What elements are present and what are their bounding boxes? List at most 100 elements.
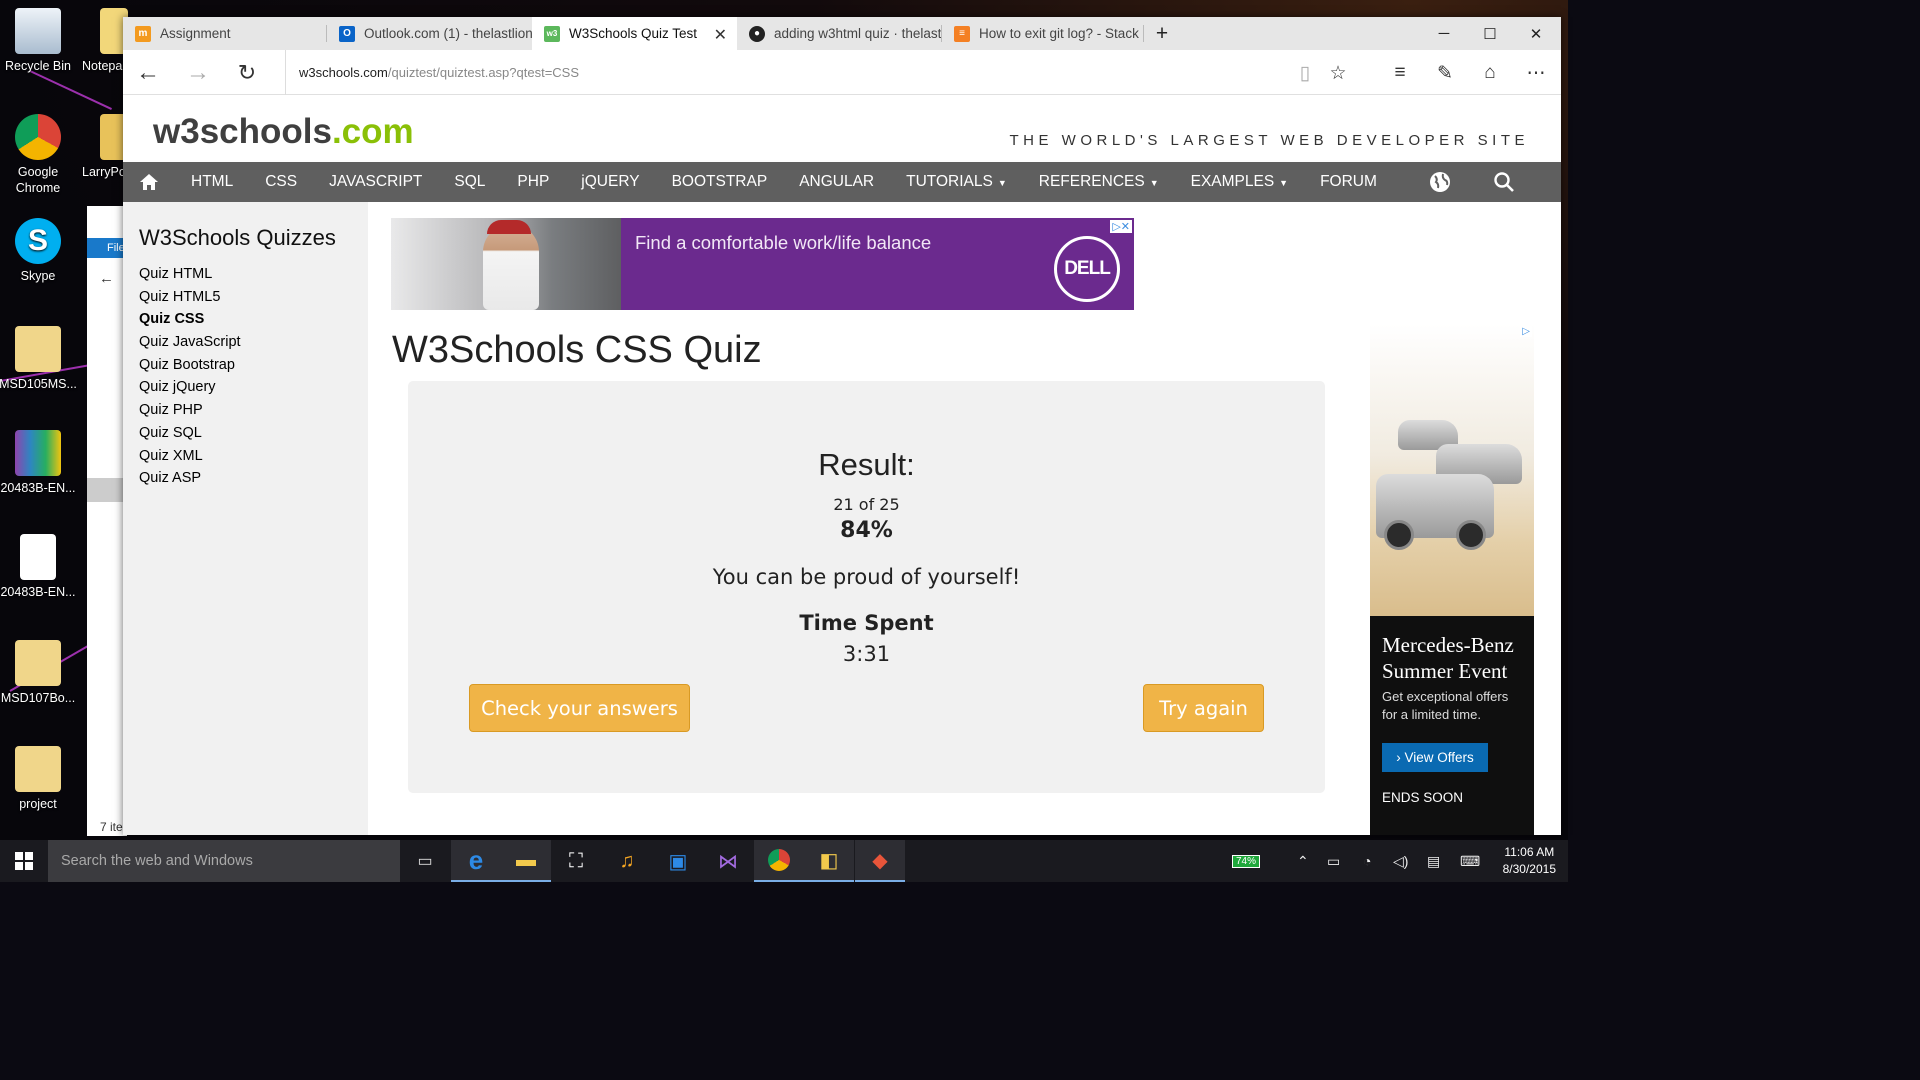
view-offers-button[interactable]: › View Offers (1382, 743, 1488, 772)
sidebar-item-quiz-html[interactable]: Quiz HTML (139, 263, 368, 286)
tab-github[interactable]: ● adding w3html quiz · thelast (737, 17, 942, 50)
desktop-icon-project[interactable]: project (0, 746, 78, 812)
new-tab-button[interactable]: + (1139, 17, 1185, 50)
tab-stackoverflow[interactable]: ≡ How to exit git log? - Stack C (942, 17, 1144, 50)
task-view-icon: ▭ (417, 853, 433, 870)
desktop-icon-notepad[interactable]: Notepa (82, 8, 128, 74)
desktop-icon-larrypo[interactable]: LarryPo (82, 114, 128, 180)
sidebar-item-quiz-javascript[interactable]: Quiz JavaScript (139, 331, 368, 354)
desktop-icon-msd105[interactable]: MSD105MS... (0, 326, 78, 392)
desktop-icon-skype[interactable]: S Skype (0, 218, 78, 284)
sidebar-item-quiz-sql[interactable]: Quiz SQL (139, 422, 368, 445)
result-score: 21 of 25 (833, 495, 900, 514)
nav-forum[interactable]: FORUM (1304, 173, 1393, 191)
adchoices-close-icon[interactable]: ▷✕ (1110, 220, 1132, 233)
try-again-button[interactable]: Try again (1143, 684, 1264, 732)
taskbar-clock[interactable]: 11:06 AM 8/30/2015 (1503, 844, 1556, 878)
mercedes-side-ad[interactable]: Mercedes-Benz Summer Event Get exception… (1370, 324, 1534, 835)
show-hidden-icons-button[interactable]: ⌃ (1297, 840, 1309, 882)
tab-assignment[interactable]: m Assignment (123, 17, 327, 50)
back-button[interactable]: ← (131, 58, 165, 88)
taskbar-search-input[interactable]: Search the web and Windows (48, 840, 400, 882)
sidebar-item-quiz-asp[interactable]: Quiz ASP (139, 467, 368, 490)
sidebar-item-quiz-html5[interactable]: Quiz HTML5 (139, 286, 368, 309)
home-button[interactable] (123, 162, 175, 202)
check-answers-button[interactable]: Check your answers (469, 684, 690, 732)
ad-body-1: Get exceptional offers (1382, 689, 1509, 704)
maximize-button[interactable]: ☐ (1467, 17, 1513, 50)
w3schools-logo[interactable]: w3schools.com (153, 112, 414, 152)
web-note-icon[interactable]: ✎ (1430, 59, 1460, 87)
refresh-button[interactable]: ↻ (230, 58, 264, 88)
back-arrow-icon[interactable]: ← (99, 270, 114, 287)
nav-php[interactable]: PHP (501, 173, 565, 191)
adchoices-icon[interactable]: ▷ (1520, 326, 1532, 337)
taskbar-explorer-2[interactable]: ◧ (804, 840, 854, 882)
address-input[interactable]: w3schools.com/quiztest/quiztest.asp?qtes… (285, 50, 579, 95)
favorite-star-icon[interactable]: ☆ (1323, 59, 1353, 87)
tab-w3schools-quiz[interactable]: w3 W3Schools Quiz Test ✕ (532, 17, 737, 50)
archive-icon (15, 430, 61, 476)
desktop-icon-label: MSD107Bo... (0, 691, 76, 705)
nav-css[interactable]: CSS (249, 173, 313, 191)
hub-icon[interactable]: ≡ (1385, 59, 1415, 87)
desktop-icon-msd107[interactable]: MSD107Bo... (0, 640, 78, 706)
action-center-icon[interactable]: ▤ (1427, 840, 1440, 882)
background-explorer-window[interactable]: File ← 7 ite (87, 206, 127, 836)
logo-tld: .com (331, 112, 414, 151)
calendar-icon: ▣ (668, 850, 688, 873)
nav-sql[interactable]: SQL (438, 173, 501, 191)
sidebar-item-quiz-jquery[interactable]: Quiz jQuery (139, 376, 368, 399)
nav-tutorials-dropdown[interactable]: TUTORIALS ▼ (890, 173, 1023, 191)
taskbar-visual-studio[interactable]: ⋈ (703, 840, 753, 882)
minimize-button[interactable]: ─ (1421, 17, 1467, 50)
folder-icon (15, 326, 61, 372)
search-button[interactable] (1490, 170, 1518, 194)
battery-indicator[interactable]: 74% (1232, 840, 1261, 882)
taskbar-git[interactable]: ◆ (855, 840, 905, 882)
desktop-icon-20483b-archive[interactable]: 20483B-EN... (0, 430, 78, 496)
desktop-icon-recycle-bin[interactable]: Recycle Bin (0, 8, 78, 74)
start-button[interactable] (0, 840, 48, 882)
close-tab-icon[interactable]: ✕ (714, 25, 727, 45)
explorer-file-tab[interactable]: File (87, 238, 127, 258)
nav-jquery[interactable]: jQUERY (565, 173, 655, 191)
wifi-icon[interactable]: ◔ (1363, 840, 1371, 882)
nav-bootstrap[interactable]: BOOTSTRAP (656, 173, 784, 191)
translate-globe-button[interactable] (1426, 170, 1454, 194)
time-spent-value: 3:31 (842, 642, 891, 666)
nav-references-dropdown[interactable]: REFERENCES ▼ (1023, 173, 1175, 191)
nav-angular[interactable]: ANGULAR (783, 173, 890, 191)
task-view-button[interactable]: ▭ (400, 840, 450, 882)
tab-outlook[interactable]: O Outlook.com (1) - thelastlion (327, 17, 532, 50)
address-bar-row: ← → ↻ w3schools.com/quiztest/quiztest.as… (123, 50, 1561, 95)
nav-javascript[interactable]: JAVASCRIPT (313, 173, 438, 191)
nav-html[interactable]: HTML (175, 173, 249, 191)
keyboard-icon[interactable]: ⌨ (1460, 840, 1480, 882)
volume-icon[interactable]: ◁) (1393, 840, 1408, 882)
ad-person-image (483, 224, 539, 310)
taskbar-chrome[interactable] (754, 840, 804, 882)
desktop-icon-20483b-pdf[interactable]: 20483B-EN... (0, 534, 78, 600)
outlook-icon: O (339, 25, 355, 42)
desktop-icon-google-chrome[interactable]: Google Chrome (0, 114, 78, 196)
power-icon[interactable]: ▭ (1327, 840, 1340, 882)
sidebar-item-quiz-xml[interactable]: Quiz XML (139, 445, 368, 468)
close-window-button[interactable]: ✕ (1513, 17, 1559, 50)
sidebar-item-quiz-bootstrap[interactable]: Quiz Bootstrap (139, 354, 368, 377)
taskbar-music[interactable]: ♫ (602, 840, 652, 882)
reading-view-icon[interactable]: ▯ (1290, 59, 1320, 87)
folder-icon (15, 640, 61, 686)
sidebar-item-quiz-css[interactable]: Quiz CSS (139, 308, 368, 331)
taskbar-store[interactable]: ⛶ (551, 840, 601, 882)
nav-examples-dropdown[interactable]: EXAMPLES ▼ (1175, 173, 1304, 191)
more-actions-icon[interactable]: ⋯ (1521, 59, 1551, 87)
share-icon[interactable]: ⌂ (1475, 59, 1505, 87)
dell-banner-ad[interactable]: Find a comfortable work/life balance DEL… (391, 218, 1134, 310)
taskbar-file-explorer[interactable]: ▬ (501, 840, 551, 882)
view-offers-label: View Offers (1404, 750, 1474, 765)
forward-button[interactable]: → (181, 58, 215, 88)
taskbar-calendar[interactable]: ▣ (653, 840, 703, 882)
sidebar-item-quiz-php[interactable]: Quiz PHP (139, 399, 368, 422)
taskbar-edge[interactable]: e (451, 840, 501, 882)
